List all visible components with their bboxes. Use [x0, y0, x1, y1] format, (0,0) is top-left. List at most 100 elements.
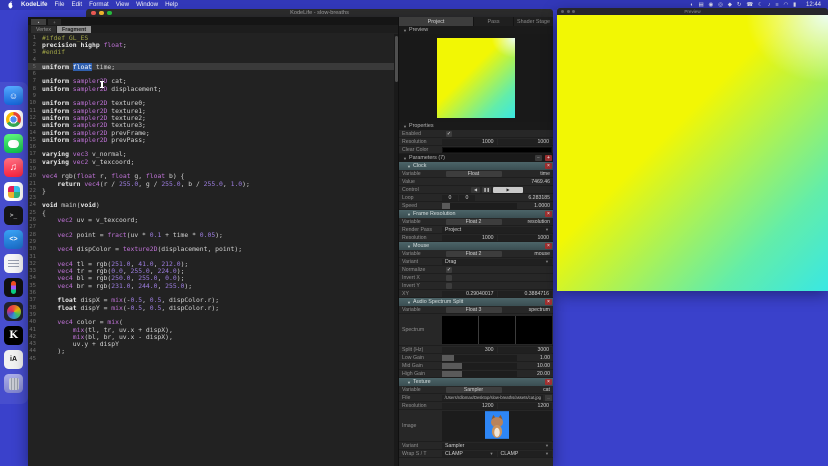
remove-frame-resolution-button[interactable]: × [545, 211, 552, 217]
remove-texture-button[interactable]: × [545, 379, 552, 385]
high-gain-value[interactable]: 20.00 [518, 371, 552, 377]
code-line-3[interactable]: 3#endif [28, 49, 394, 56]
slider-thumb[interactable] [442, 203, 450, 209]
code-line-30[interactable]: 30 vec4 dispColor = texture2D(displaceme… [28, 246, 394, 253]
variant-dropdown[interactable]: Drag▼ [442, 259, 552, 265]
pass-tab[interactable]: • [31, 19, 46, 25]
dock-finder-icon[interactable]: ☺ [4, 86, 23, 105]
code-line-2[interactable]: 2precision highp float; [28, 41, 394, 48]
tab-vertex[interactable]: Vertex [31, 26, 56, 33]
code-line-45[interactable]: 45 [28, 355, 394, 362]
add-parameter-button[interactable]: + [545, 155, 552, 161]
wrap-s-t-dropdown-2[interactable]: CLAMP▼ [498, 451, 553, 457]
dock-trash-icon[interactable] [4, 374, 23, 393]
dock-messages-icon[interactable] [4, 134, 23, 153]
high-gain-slider[interactable] [442, 371, 517, 377]
type-button[interactable]: Float 2 [446, 251, 502, 257]
resolution-value-2[interactable]: 1200 [498, 403, 553, 409]
preview-window[interactable]: Preview [557, 8, 828, 291]
resolution-value-1[interactable]: 1200 [442, 403, 497, 409]
slider-thumb[interactable] [442, 371, 462, 377]
speed-slider[interactable] [442, 203, 517, 209]
loop-enable-field[interactable]: 0 [459, 195, 475, 201]
audio-spectrum-split-header[interactable]: ▼Audio Spectrum Split× [399, 298, 553, 306]
code-line-18[interactable]: 18varying vec2 v_texcoord; [28, 158, 394, 165]
type-button[interactable]: Float [446, 171, 502, 177]
dock-vscode-icon[interactable]: <> [4, 230, 23, 249]
value-value[interactable]: 7469.46 [442, 179, 552, 185]
variant-dropdown[interactable]: Sampler▼ [442, 443, 552, 449]
mid-gain-slider[interactable] [442, 363, 517, 369]
code-line-15[interactable]: 15uniform sampler2D prevPass; [28, 136, 394, 143]
slider-thumb[interactable] [442, 363, 462, 369]
cat-thumbnail[interactable] [485, 411, 509, 441]
remove-audio-spectrum-split-button[interactable]: × [545, 299, 552, 305]
preview-window-title-bar[interactable]: Preview [557, 8, 828, 15]
code-line-5[interactable]: 5uniform float time; [28, 63, 394, 70]
dock-figma-icon[interactable] [4, 278, 23, 297]
code-line-22[interactable]: 22} [28, 187, 394, 194]
play-button[interactable]: ▶ [493, 187, 523, 193]
loop-end-value[interactable]: 6.283185 [476, 195, 552, 201]
speed-value[interactable]: 1.0000 [518, 203, 552, 209]
slider-thumb[interactable] [442, 355, 454, 361]
mouse-header[interactable]: ▼Mouse× [399, 242, 553, 250]
add-pass-button[interactable]: + [48, 19, 61, 25]
file-path-field[interactable]: /Users/rdlomax/Desktop/slow-breaths/asse… [442, 395, 543, 401]
tab-fragment[interactable]: Fragment [57, 26, 91, 33]
kodelife-title-bar[interactable]: KodeLife - slow-breaths [86, 9, 553, 17]
properties-section-header[interactable]: ▼Properties [399, 122, 553, 130]
menu-edit[interactable]: Edit [71, 0, 82, 10]
code-line-8[interactable]: 8uniform sampler2D displacement; [28, 85, 394, 92]
code-line-43[interactable]: 43 uv.y + dispY [28, 340, 394, 347]
parameters-section-header[interactable]: ▼Parameters (7)−+ [399, 154, 553, 162]
dock-terminal-icon[interactable]: >_ [4, 206, 23, 225]
preview-section-header[interactable]: ▼ Preview [399, 26, 553, 34]
resolution-value-1[interactable]: 1000 [442, 139, 497, 145]
menu-kodelife[interactable]: KodeLife [21, 0, 47, 10]
xy-value-1[interactable]: 0.29040017 [442, 291, 497, 297]
checkbox-invert-x[interactable] [446, 275, 452, 281]
code-line-44[interactable]: 44 ); [28, 348, 394, 355]
inspector-tab-project[interactable]: Project [399, 17, 473, 26]
checkbox-invert-y[interactable] [446, 283, 452, 289]
dock-chrome-icon[interactable] [4, 110, 23, 129]
type-button[interactable]: Float 3 [446, 307, 502, 313]
wrap-s-t-dropdown-1[interactable]: CLAMP▼ [442, 451, 497, 457]
dock-photos-icon[interactable] [4, 302, 23, 321]
dock-ia-writer-icon[interactable]: iA [4, 350, 23, 369]
resolution-value-2[interactable]: 1000 [498, 235, 553, 241]
xy-value-2[interactable]: 0.3884716 [498, 291, 553, 297]
mid-gain-value[interactable]: 10.00 [518, 363, 552, 369]
browse-file-button[interactable]: … [545, 395, 552, 401]
split-hz-value-2[interactable]: 3000 [498, 347, 553, 353]
frame-resolution-header[interactable]: ▼Frame Resolution× [399, 210, 553, 218]
code-line-21[interactable]: 21 return vec4(r / 255.0, g / 255.0, b /… [28, 180, 394, 187]
low-gain-slider[interactable] [442, 355, 517, 361]
dock-kodelife-icon[interactable]: K [4, 326, 23, 345]
render-pass-dropdown[interactable]: Project▼ [442, 227, 552, 233]
type-button[interactable]: Float 2 [446, 219, 502, 225]
inspector-tab-pass[interactable]: Pass [474, 17, 513, 26]
dock-music-icon[interactable]: ♫ [4, 158, 23, 177]
remove-parameter-button[interactable]: − [535, 155, 542, 161]
texture-header[interactable]: ▼Texture× [399, 378, 553, 386]
type-button[interactable]: Sampler [446, 387, 502, 393]
code-line-28[interactable]: 28 vec2 point = fract(uv * 0.1 + time * … [28, 231, 394, 238]
resolution-value-2[interactable]: 1000 [498, 139, 553, 145]
code-line-35[interactable]: 35 vec4 br = rgb(231.0, 244.0, 255.0); [28, 282, 394, 289]
resolution-value-1[interactable]: 1000 [442, 235, 497, 241]
inspector-tab-shader-stage[interactable]: Shader Stage [514, 17, 553, 26]
spectrum-display[interactable] [442, 316, 552, 344]
dock-slack-icon[interactable] [4, 182, 23, 201]
low-gain-value[interactable]: 1.00 [518, 355, 552, 361]
menu-file[interactable]: File [54, 0, 64, 10]
checkbox-enabled[interactable]: ✓ [446, 131, 452, 137]
color-swatch[interactable] [442, 147, 552, 153]
code-line-38[interactable]: 38 float dispY = mix(-0.5, 0.5, dispColo… [28, 304, 394, 311]
remove-clock-button[interactable]: × [545, 163, 552, 169]
apple-menu-icon[interactable] [7, 1, 14, 9]
remove-mouse-button[interactable]: × [545, 243, 552, 249]
pause-button[interactable]: ❚❚ [482, 187, 491, 193]
code-line-26[interactable]: 26 vec2 uv = v_texcoord; [28, 216, 394, 223]
